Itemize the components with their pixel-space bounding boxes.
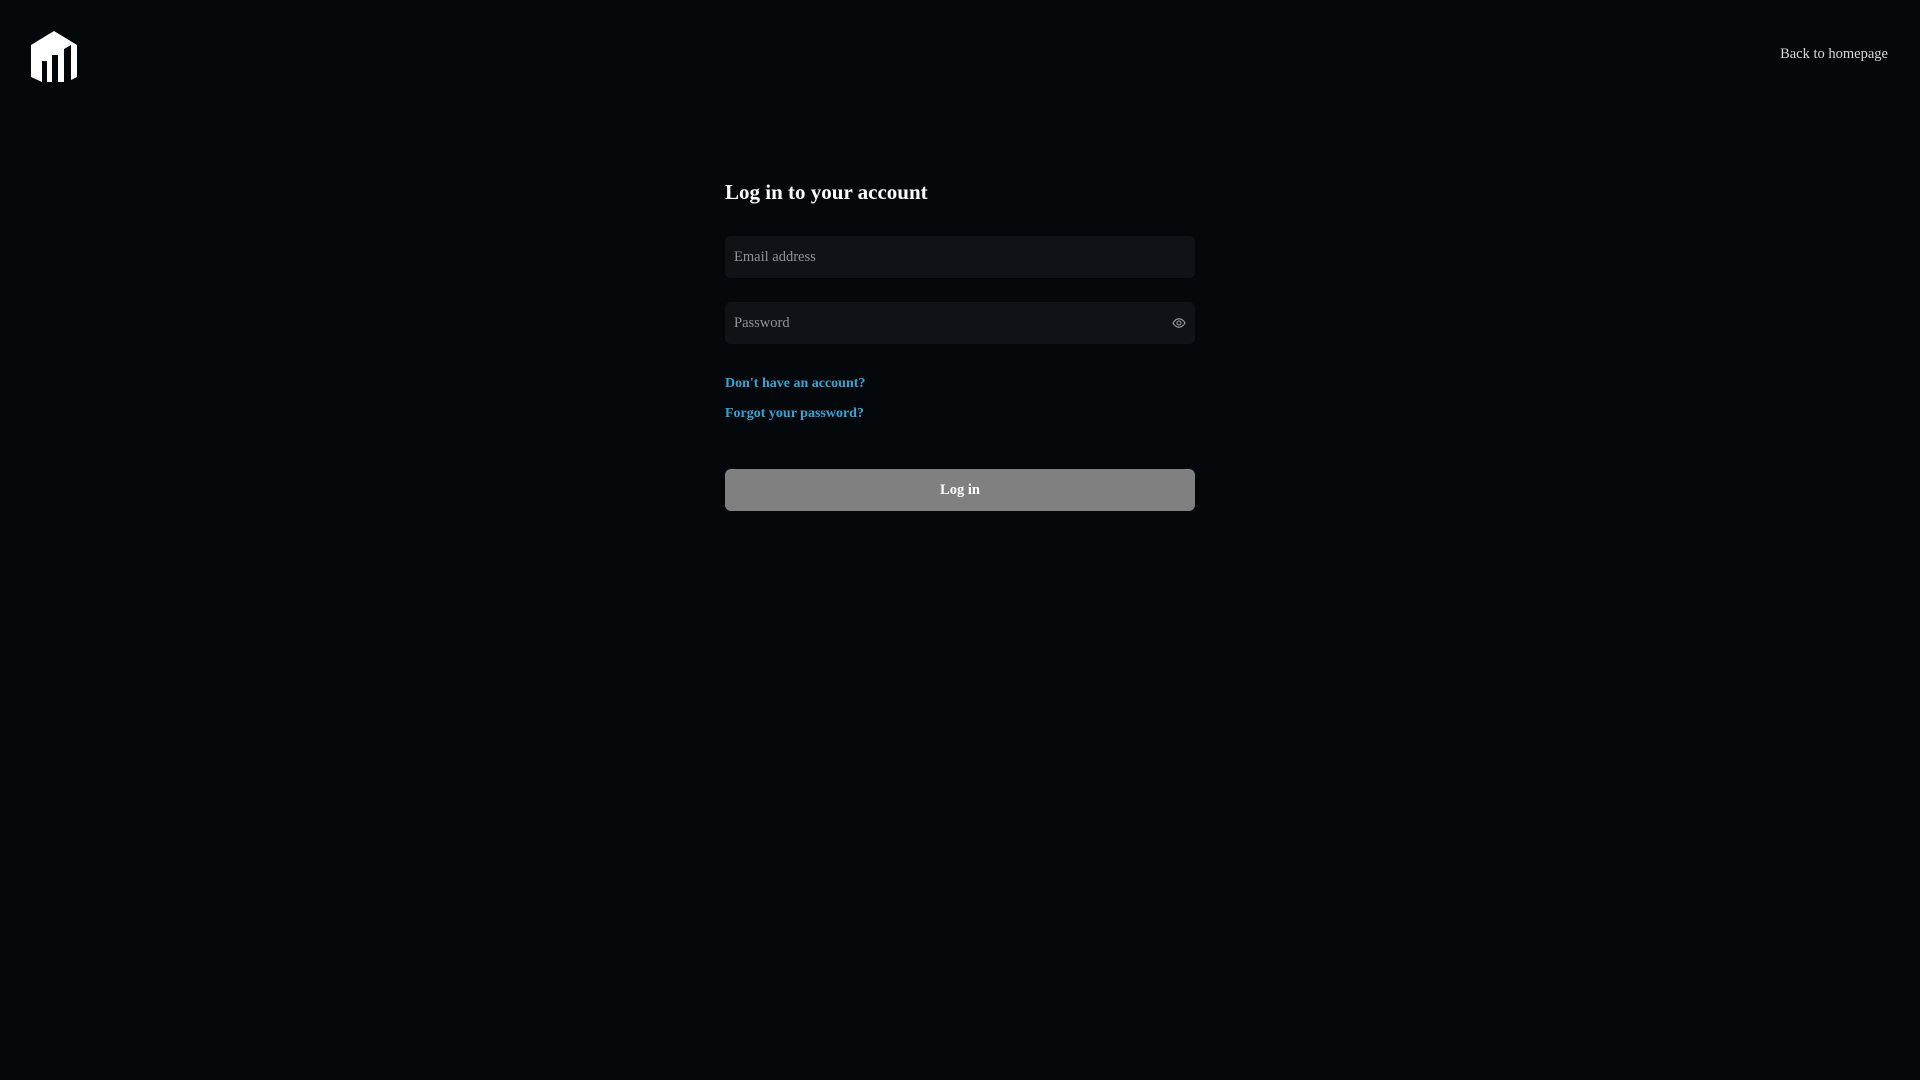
back-to-homepage-link[interactable]: Back to homepage (1780, 46, 1888, 63)
login-page: Back to homepage Log in to your account … (0, 0, 1920, 1080)
email-field-container (725, 236, 1195, 278)
login-form: Log in to your account Don't have an acc… (725, 178, 1195, 511)
forgot-password-link[interactable]: Forgot your password? (725, 405, 864, 423)
eye-icon[interactable] (1169, 313, 1189, 333)
email-input[interactable] (725, 236, 1195, 278)
password-field-container (725, 302, 1195, 344)
account-links: Don't have an account? Forgot your passw… (725, 375, 1195, 423)
login-button[interactable]: Log in (725, 469, 1195, 511)
password-input[interactable] (725, 302, 1195, 344)
logo-icon[interactable] (31, 31, 77, 82)
signup-link[interactable]: Don't have an account? (725, 375, 865, 393)
page-title: Log in to your account (725, 180, 928, 204)
